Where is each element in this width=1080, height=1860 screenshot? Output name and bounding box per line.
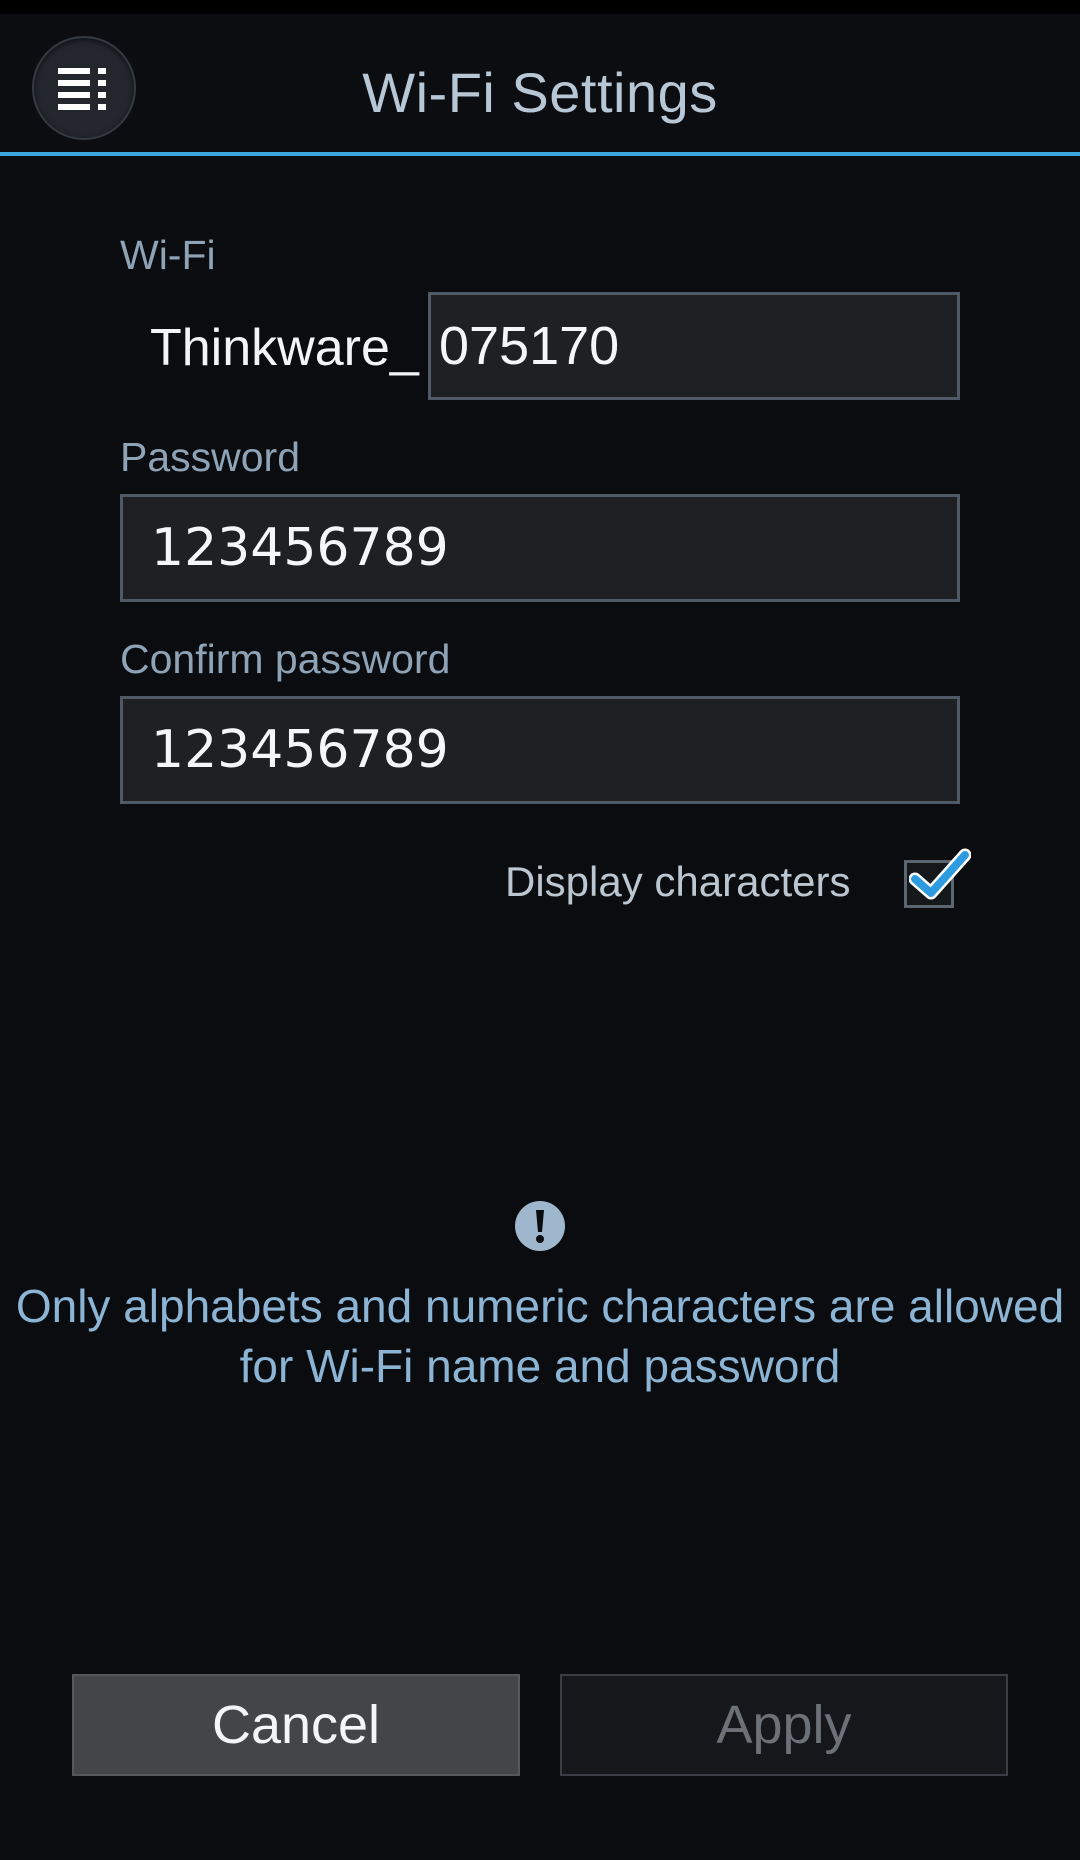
display-characters-label: Display characters: [505, 858, 851, 905]
confirm-password-label: Confirm password: [120, 636, 451, 682]
display-characters-checkbox[interactable]: [904, 848, 971, 908]
notice-line-2: for Wi-Fi name and password: [239, 1340, 841, 1392]
checkmark-icon: [909, 848, 971, 900]
confirm-password-input[interactable]: 123456789: [120, 696, 960, 804]
page-title: Wi-Fi Settings: [362, 61, 718, 124]
wifi-label: Wi-Fi: [120, 232, 216, 278]
notice-text: Only alphabets and numeric characters ar…: [0, 1276, 1080, 1396]
exclamation-icon: [515, 1201, 565, 1251]
password-input[interactable]: 123456789: [120, 494, 960, 602]
header-bar: Wi-Fi Settings: [0, 14, 1080, 156]
password-label: Password: [120, 434, 301, 480]
status-bar: [0, 0, 1080, 14]
apply-button[interactable]: Apply: [560, 1674, 1008, 1776]
wifi-settings-screen: Wi-Fi Settings Wi-Fi Thinkware_ 075170 P…: [0, 0, 1080, 1860]
notice-line-1: Only alphabets and numeric characters ar…: [15, 1280, 1065, 1332]
wifi-name-input[interactable]: 075170: [428, 292, 960, 400]
cancel-button[interactable]: Cancel: [72, 1674, 520, 1776]
wifi-name-prefix: Thinkware_: [150, 319, 419, 377]
